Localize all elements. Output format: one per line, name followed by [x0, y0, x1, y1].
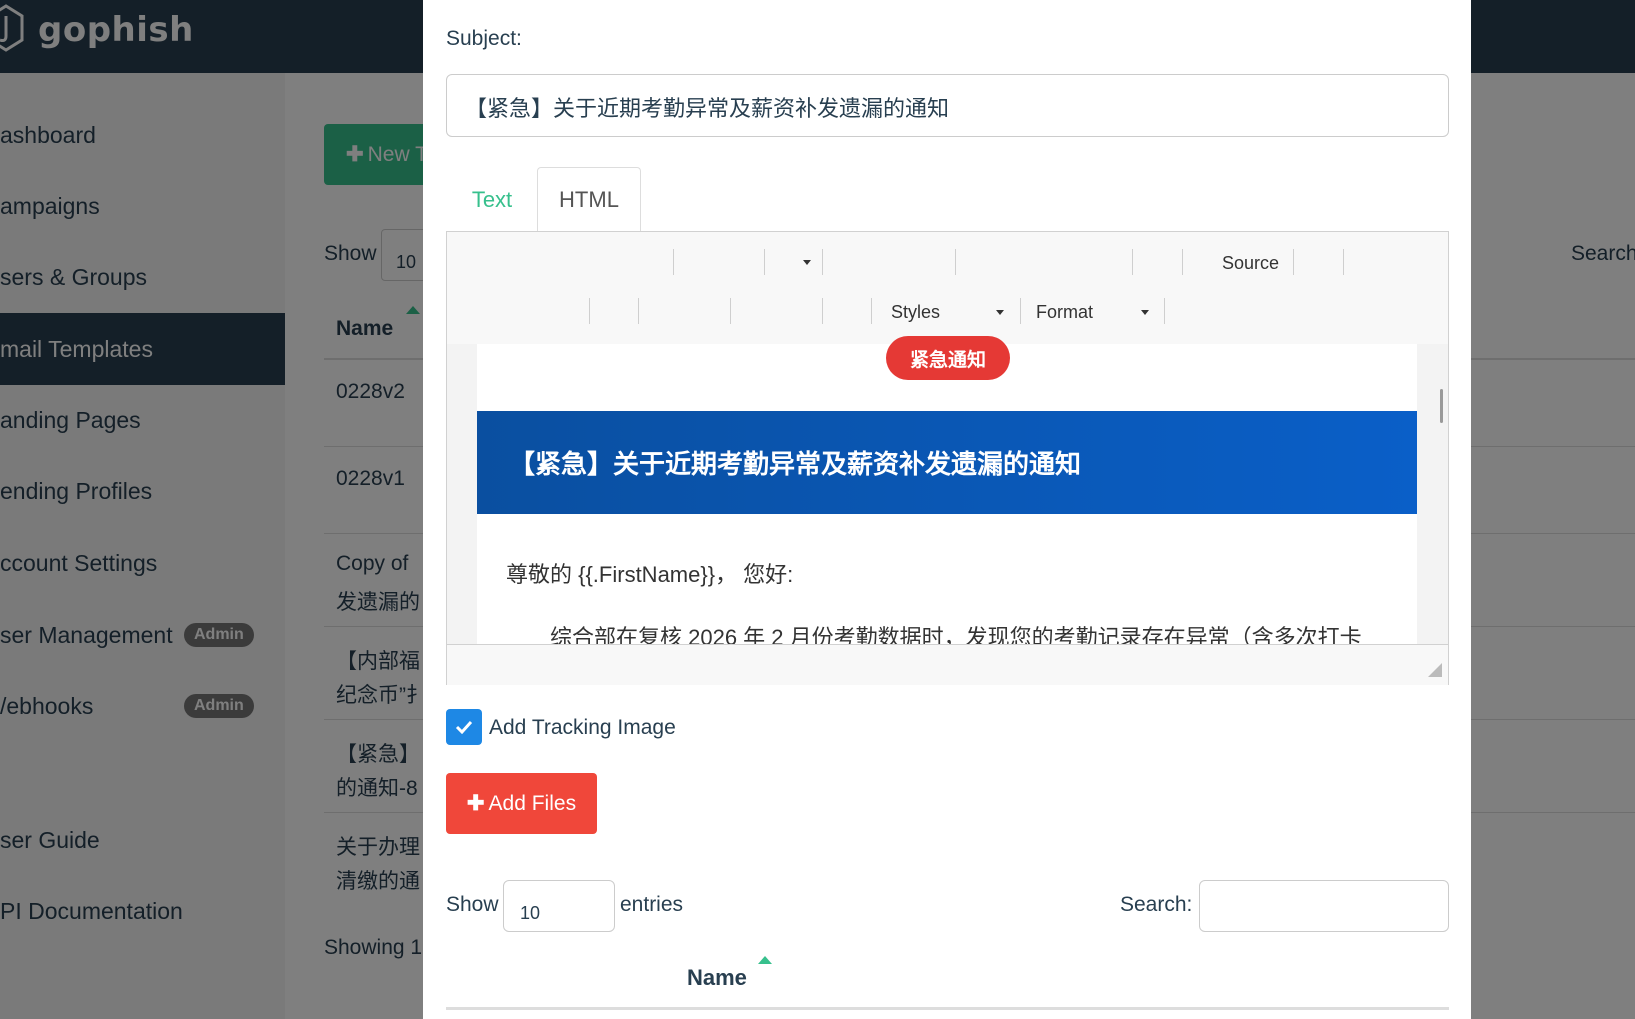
toolbar-separator [589, 298, 590, 324]
toolbar-separator [822, 249, 823, 275]
plus-icon: ✚ [466, 792, 485, 815]
sort-asc-icon [758, 956, 772, 964]
format-dropdown[interactable]: Format [1036, 302, 1093, 323]
dropdown-caret-icon[interactable] [803, 260, 811, 265]
attachments-header-divider [446, 1007, 1449, 1010]
toolbar-separator [1182, 249, 1183, 275]
editor-scrollbar[interactable] [1440, 389, 1443, 423]
editor-toolbar [447, 232, 1448, 345]
toolbar-separator [673, 249, 674, 275]
attachments-page-length[interactable]: 10 [503, 880, 615, 932]
attachments-search-label: Search: [1120, 893, 1193, 916]
attachments-name-header[interactable]: Name [687, 965, 747, 991]
attachments-show-label: Show [446, 893, 499, 916]
source-button[interactable]: Source [1222, 253, 1279, 274]
add-files-label: Add Files [488, 791, 577, 815]
tracking-checkbox[interactable] [446, 709, 482, 745]
toolbar-separator [1343, 249, 1344, 275]
tab-html[interactable]: HTML [537, 167, 641, 232]
entries-label: entries [620, 893, 684, 916]
styles-dropdown[interactable]: Styles [891, 302, 940, 323]
toolbar-separator [764, 249, 765, 275]
styles-caret-icon[interactable] [996, 310, 1004, 315]
toolbar-separator [1293, 249, 1294, 275]
editor-statusbar [447, 644, 1448, 685]
urgent-pill: 紧急通知 [886, 336, 1010, 380]
toolbar-separator [1020, 298, 1021, 324]
resize-handle-icon[interactable] [1428, 663, 1442, 677]
subject-input[interactable]: 【紧急】关于近期考勤异常及薪资补发遗漏的通知 [446, 74, 1449, 137]
tracking-label[interactable]: Add Tracking Image [489, 716, 676, 740]
subject-label: Subject: [446, 27, 522, 50]
email-banner-title: 【紧急】关于近期考勤异常及薪资补发遗漏的通知 [477, 411, 1417, 514]
toolbar-separator [638, 298, 639, 324]
check-icon [455, 720, 473, 734]
toolbar-separator [1132, 249, 1133, 275]
toolbar-separator [730, 298, 731, 324]
toolbar-separator [1164, 298, 1165, 324]
toolbar-separator [955, 249, 956, 275]
format-caret-icon[interactable] [1141, 310, 1149, 315]
email-greeting: 尊敬的 {{.FirstName}}， 您好: [506, 562, 794, 587]
attachments-search-input[interactable] [1199, 880, 1449, 932]
add-files-button[interactable]: ✚ Add Files [446, 773, 597, 834]
toolbar-separator [822, 298, 823, 324]
tab-text[interactable]: Text [446, 167, 538, 232]
toolbar-separator [871, 298, 872, 324]
